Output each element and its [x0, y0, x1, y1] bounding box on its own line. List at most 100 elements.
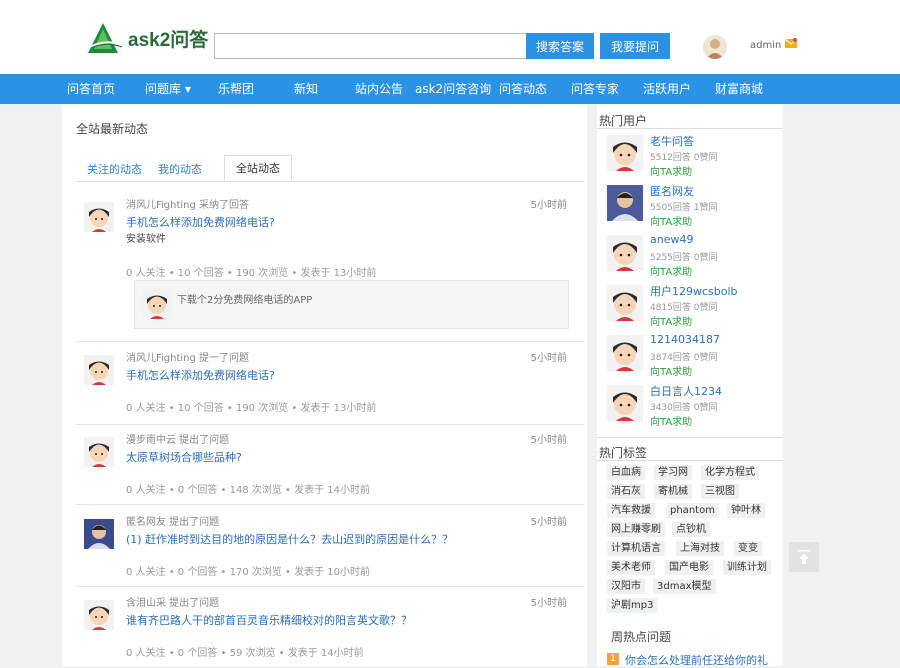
feed-meta: 含泪山采 提出了问题	[126, 598, 220, 609]
tag[interactable]: 沪剧mp3	[607, 598, 658, 613]
feed-tabs: 关注的动态 我的动态 全站动态	[76, 155, 584, 182]
feed-item: 消风儿Fighting 提一了问题 5小时前 手机怎么样添加免费网络电话? 0 …	[84, 349, 567, 419]
ask-user-button[interactable]: 向TA求助	[650, 313, 692, 328]
tag[interactable]: 美术老师	[607, 560, 655, 575]
feed-time: 5小时前	[530, 200, 567, 211]
tag[interactable]: 汽车救援	[607, 503, 655, 518]
feed-time: 5小时前	[530, 517, 567, 528]
hot-user-name[interactable]: 1214034187	[650, 333, 720, 346]
divider	[76, 586, 584, 587]
nav-item-mall[interactable]: 财富商城	[715, 74, 763, 104]
feed-meta: 匿名网友 提出了问题	[126, 517, 220, 528]
ask-user-button[interactable]: 向TA求助	[650, 413, 692, 428]
feed-meta: 消风儿Fighting 提一了问题	[126, 353, 250, 364]
feed-question-link[interactable]: 太原草树场合哪些品种?	[126, 449, 242, 465]
quote-text: 下载个2分免费网络电话的APP	[177, 295, 313, 306]
ask-question-button[interactable]: 我要提问	[600, 33, 670, 59]
avatar-icon[interactable]	[607, 385, 643, 421]
mail-icon[interactable]	[785, 38, 797, 48]
tab-mine[interactable]: 我的动态	[158, 160, 202, 180]
tag[interactable]: 化学方程式	[701, 465, 759, 480]
feed-stats: 0 人关注 • 10 个回答 • 190 次浏览 • 发表于 13小时前	[126, 403, 377, 414]
nav-item-new-knowledge[interactable]: 新知	[294, 74, 318, 104]
hot-users-heading: 热门用户	[599, 114, 648, 128]
feed-time: 5小时前	[530, 598, 567, 609]
tag[interactable]: 白血病	[607, 465, 645, 480]
username[interactable]: admin	[750, 40, 781, 51]
avatar-photo-icon[interactable]	[84, 519, 114, 549]
avatar-icon[interactable]	[607, 285, 643, 321]
feed-item: 匿名网友 提出了问题 5小时前 (1) 赶作准时到达目的地的原因是什么？去山迟到…	[84, 513, 567, 583]
avatar-image-icon	[703, 35, 727, 59]
feed-stats: 0 人关注 • 0 个回答 • 59 次浏览 • 发表于 14小时前	[126, 648, 364, 659]
nav-item-question-bank[interactable]: 问题库 ▾	[145, 74, 191, 104]
ask-user-button[interactable]: 向TA求助	[650, 263, 692, 278]
avatar-icon[interactable]	[607, 235, 643, 271]
site-logo[interactable]: ask2问答	[86, 20, 208, 56]
feed-question-link[interactable]: 谁有齐巴路人干的部首百灵音乐精细校对的阳言英文歌？？	[126, 612, 412, 628]
feed-stats: 0 人关注 • 0 个回答 • 170 次浏览 • 发表于 10小时前	[126, 567, 371, 578]
avatar-icon[interactable]	[84, 437, 114, 467]
avatar-icon[interactable]	[607, 335, 643, 371]
divider	[76, 341, 584, 342]
divider	[76, 504, 584, 505]
nav-item-active-users[interactable]: 活跃用户	[643, 74, 691, 104]
divider	[597, 460, 783, 461]
search-input[interactable]	[214, 33, 532, 59]
divider	[597, 128, 783, 129]
logo-text: ask2问答	[128, 29, 209, 51]
avatar-icon[interactable]	[84, 600, 114, 630]
feed-question-link[interactable]: (1) 赶作准时到达目的地的原因是什么？去山迟到的原因是什么？？	[126, 531, 453, 547]
hot-user-name[interactable]: 白日言人1234	[650, 383, 722, 399]
nav-item-consult[interactable]: ask2问答咨询	[415, 74, 491, 104]
avatar-icon[interactable]	[84, 355, 114, 385]
nav-item-home[interactable]: 问答首页	[67, 74, 115, 104]
hot-user-stats: 5505回答 1赞同	[650, 203, 718, 213]
tag[interactable]: 学习网	[654, 465, 692, 480]
tag[interactable]: 3dmax模型	[653, 579, 716, 594]
hot-user-name[interactable]: 用户129wcsbolb	[650, 283, 738, 299]
ask-user-button[interactable]: 向TA求助	[650, 213, 692, 228]
main-panel: 全站最新动态 关注的动态 我的动态 全站动态 消风儿Fighting 采纳了回答…	[62, 104, 587, 666]
feed-question-link[interactable]: 手机怎么样添加免费网络电话?	[126, 214, 275, 230]
nav-item-help-group[interactable]: 乐帮团	[218, 74, 254, 104]
tag[interactable]: 训练计划	[723, 560, 771, 575]
back-to-top-button[interactable]	[789, 542, 819, 572]
ask-user-button[interactable]: 向TA求助	[650, 363, 692, 378]
tab-following[interactable]: 关注的动态	[87, 160, 142, 180]
hot-user-stats: 5512回答 0赞同	[650, 153, 718, 163]
nav-item-dynamics[interactable]: 问答动态	[499, 74, 547, 104]
tag[interactable]: 网上赚零刷	[607, 522, 665, 537]
tag[interactable]: 国产电影	[665, 560, 713, 575]
tag[interactable]: 消石灰	[607, 484, 645, 499]
tag[interactable]: phantom	[666, 503, 719, 518]
nav-item-announcements[interactable]: 站内公告	[355, 74, 403, 104]
hot-user-stats: 5255回答 0赞同	[650, 253, 718, 263]
tag[interactable]: 点钞机	[672, 522, 710, 537]
tab-all[interactable]: 全站动态	[224, 155, 292, 181]
tag[interactable]: 寄机械	[654, 484, 692, 499]
tag[interactable]: 上海对技	[676, 541, 724, 556]
feed-meta: 漫步雨中云 提出了问题	[126, 435, 230, 446]
feed-question-link[interactable]: 手机怎么样添加免费网络电话?	[126, 367, 275, 383]
hot-user-stats: 4815回答 0赞同	[650, 303, 718, 313]
tag[interactable]: 三视图	[701, 484, 739, 499]
hot-tags-heading: 热门标签	[599, 446, 648, 460]
avatar-icon[interactable]	[84, 202, 114, 232]
nav-item-experts[interactable]: 问答专家	[571, 74, 619, 104]
hot-user-name[interactable]: 匿名网友	[650, 183, 694, 199]
tag[interactable]: 钟叶林	[727, 503, 765, 518]
answer-quote[interactable]: 下载个2分免费网络电话的APP	[134, 280, 569, 329]
search-answer-button[interactable]: 搜索答案	[526, 33, 594, 59]
feed-time: 5小时前	[530, 435, 567, 446]
avatar-photo-icon[interactable]	[607, 185, 643, 221]
hot-user-name[interactable]: 老牛问答	[650, 133, 694, 149]
user-avatar[interactable]	[703, 35, 727, 59]
ask-user-button[interactable]: 向TA求助	[650, 163, 692, 178]
tag[interactable]: 计算机语言	[607, 541, 665, 556]
feed-stats: 0 人关注 • 0 个回答 • 148 次浏览 • 发表于 14小时前	[126, 485, 371, 496]
tag[interactable]: 变变	[734, 541, 762, 556]
tag[interactable]: 汉阳市	[607, 579, 645, 594]
avatar-icon[interactable]	[607, 135, 643, 171]
hot-user-name[interactable]: anew49	[650, 233, 693, 246]
